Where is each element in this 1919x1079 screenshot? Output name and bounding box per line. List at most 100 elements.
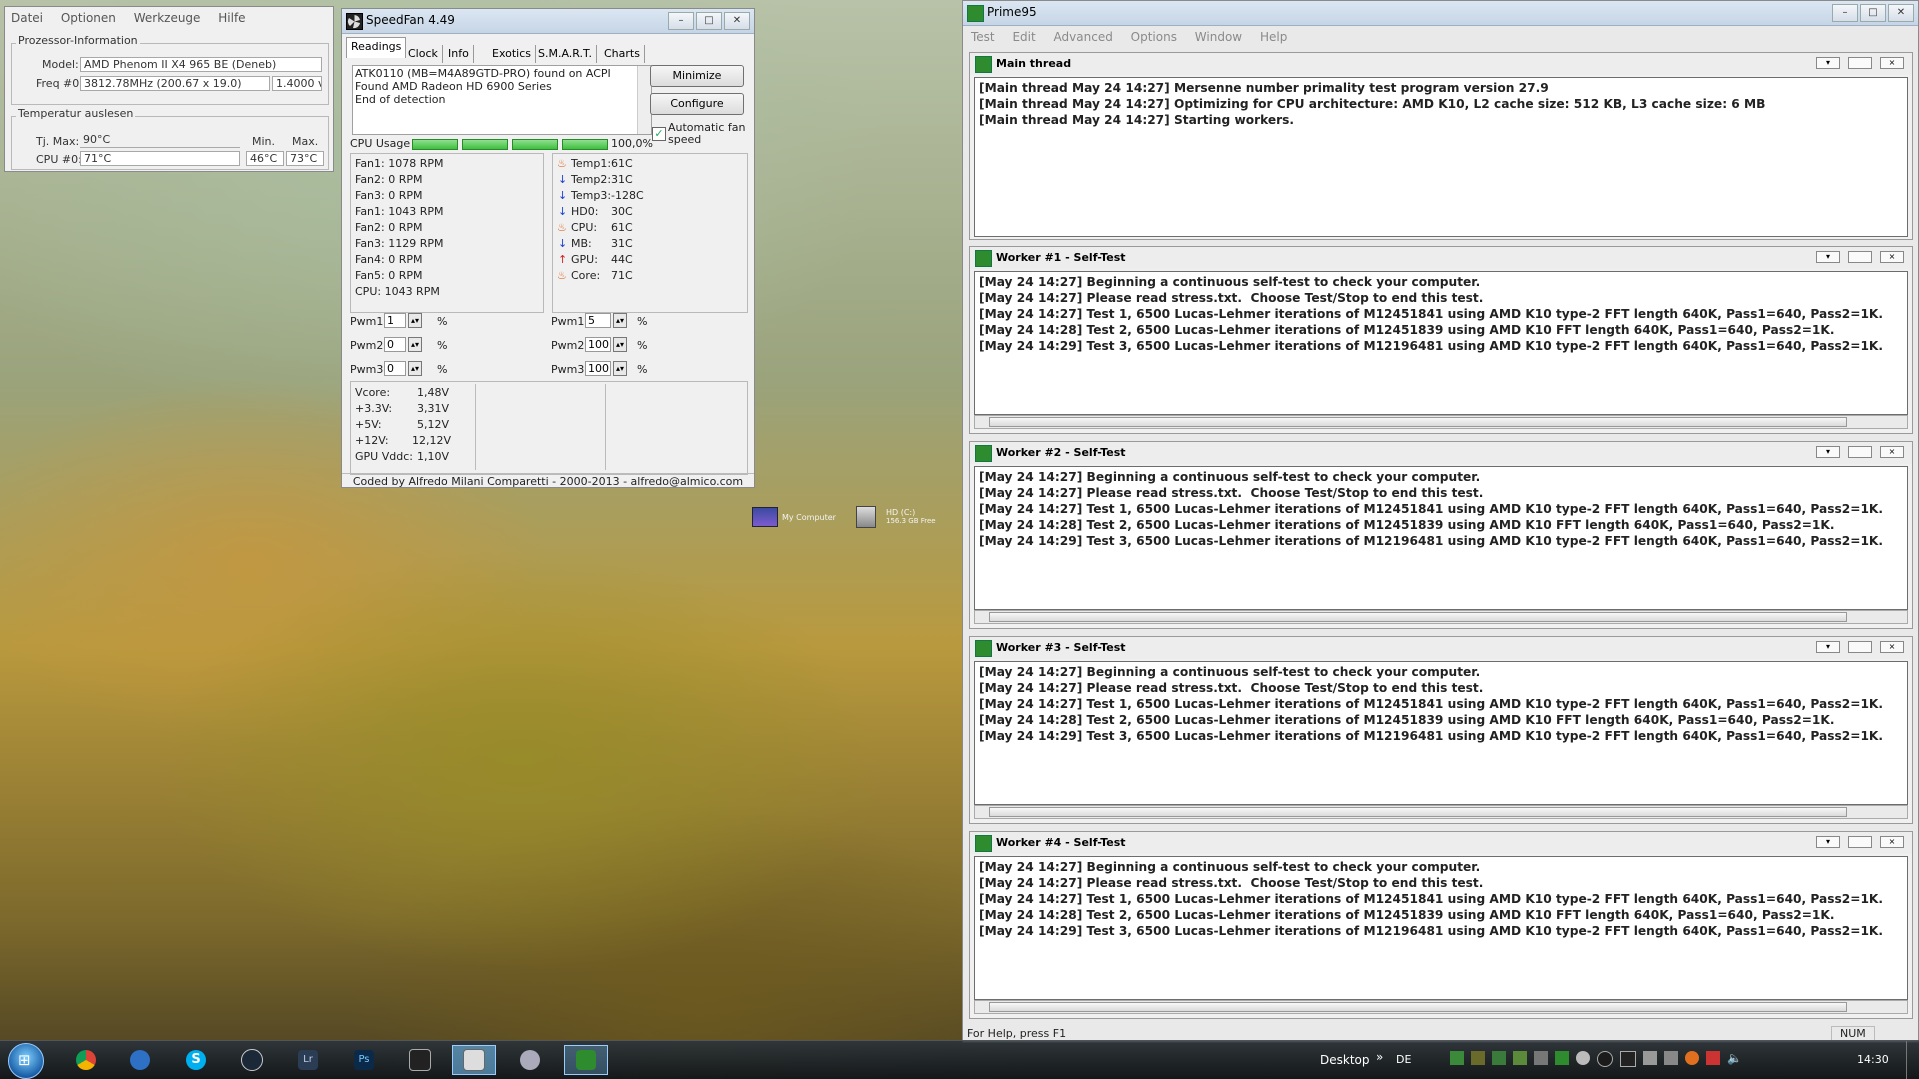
menu-edit[interactable]: Edit: [1012, 30, 1035, 44]
taskbar-program[interactable]: [508, 1045, 552, 1075]
scrollbar-thumb[interactable]: [989, 417, 1847, 427]
scrollbar-thumb[interactable]: [989, 807, 1847, 817]
taskbar-steam[interactable]: [230, 1045, 274, 1075]
pwm-input[interactable]: 1: [384, 313, 406, 328]
child-restore-button[interactable]: [1848, 641, 1872, 653]
pwm-spinner[interactable]: ▴▾: [408, 337, 422, 352]
tray-icon[interactable]: [1685, 1051, 1699, 1065]
pwm-spinner[interactable]: ▴▾: [408, 361, 422, 376]
show-desktop-button[interactable]: [1906, 1041, 1919, 1079]
scrollbar-thumb[interactable]: [989, 1002, 1847, 1012]
tab-readings[interactable]: Readings: [346, 37, 407, 58]
desktop-icon-my-computer[interactable]: My Computer: [752, 505, 836, 535]
language-indicator[interactable]: DE: [1396, 1053, 1411, 1066]
horizontal-scrollbar[interactable]: [974, 1000, 1908, 1014]
maximize-window-button[interactable]: □: [1860, 4, 1886, 22]
horizontal-scrollbar[interactable]: [974, 610, 1908, 624]
pwm-input[interactable]: 100: [585, 361, 611, 376]
pwm-input[interactable]: 0: [384, 361, 406, 376]
worker-titlebar[interactable]: Worker #2 - Self-Test ▾ ×: [970, 442, 1912, 464]
minimize-window-button[interactable]: –: [668, 12, 694, 30]
child-restore-button[interactable]: [1848, 57, 1872, 69]
taskbar-photoshop[interactable]: Ps: [342, 1045, 386, 1075]
tray-icon[interactable]: [1576, 1051, 1590, 1065]
child-minimize-button[interactable]: ▾: [1816, 446, 1840, 458]
menu-advanced[interactable]: Advanced: [1054, 30, 1113, 44]
scrollbar-thumb[interactable]: [989, 612, 1847, 622]
main-thread-titlebar[interactable]: Main thread ▾ ×: [970, 53, 1912, 75]
tray-icon[interactable]: [1492, 1051, 1506, 1065]
menu-hilfe[interactable]: Hilfe: [218, 11, 245, 25]
child-close-button[interactable]: ×: [1880, 446, 1904, 458]
minimize-window-button[interactable]: –: [1832, 4, 1858, 22]
worker-titlebar[interactable]: Worker #3 - Self-Test ▾ ×: [970, 637, 1912, 659]
chevron-right-icon[interactable]: »: [1376, 1050, 1383, 1064]
tab-charts[interactable]: Charts: [600, 45, 645, 63]
log-scrollbar[interactable]: [637, 66, 651, 134]
pwm-input[interactable]: 0: [384, 337, 406, 352]
child-close-button[interactable]: ×: [1880, 57, 1904, 69]
auto-fan-checkbox[interactable]: ✓: [652, 127, 666, 141]
child-minimize-button[interactable]: ▾: [1816, 251, 1840, 263]
pwm-spinner[interactable]: ▴▾: [408, 313, 422, 328]
speedfan-titlebar[interactable]: SpeedFan 4.49 – □ ✕: [342, 9, 754, 34]
menu-options[interactable]: Options: [1131, 30, 1177, 44]
tray-icon[interactable]: [1450, 1051, 1464, 1065]
menu-help[interactable]: Help: [1260, 30, 1287, 44]
taskbar-cpuz[interactable]: [452, 1045, 496, 1075]
configure-button[interactable]: Configure: [650, 93, 744, 115]
menu-test[interactable]: Test: [971, 30, 995, 44]
taskbar-skype[interactable]: S: [174, 1045, 218, 1075]
taskbar-speedfan[interactable]: [398, 1045, 442, 1075]
child-minimize-button[interactable]: ▾: [1816, 57, 1840, 69]
taskbar-teamspeak[interactable]: [118, 1045, 162, 1075]
close-window-button[interactable]: ✕: [1888, 4, 1914, 22]
maximize-window-button[interactable]: □: [696, 12, 722, 30]
menu-werkzeuge[interactable]: Werkzeuge: [134, 11, 201, 25]
tab-clock[interactable]: Clock: [404, 45, 443, 63]
worker-titlebar[interactable]: Worker #4 - Self-Test ▾ ×: [970, 832, 1912, 854]
tab-info[interactable]: Info: [444, 45, 474, 63]
tray-icon[interactable]: [1534, 1051, 1548, 1065]
taskbar-chrome[interactable]: [64, 1045, 108, 1075]
horizontal-scrollbar[interactable]: [974, 415, 1908, 429]
pwm-spinner[interactable]: ▴▾: [613, 337, 627, 352]
tray-icon[interactable]: [1555, 1051, 1569, 1065]
horizontal-scrollbar[interactable]: [974, 805, 1908, 819]
minimize-button[interactable]: Minimize: [650, 65, 744, 87]
tray-icon[interactable]: [1643, 1051, 1657, 1065]
child-close-button[interactable]: ×: [1880, 641, 1904, 653]
child-minimize-button[interactable]: ▾: [1816, 641, 1840, 653]
child-restore-button[interactable]: [1848, 836, 1872, 848]
desktop-icon-hd[interactable]: HD (C:) 156.3 GB Free: [856, 504, 966, 534]
pwm-spinner[interactable]: ▴▾: [613, 313, 627, 328]
tray-icon[interactable]: [1706, 1051, 1720, 1065]
taskbar-lightroom[interactable]: Lr: [286, 1045, 330, 1075]
tab-exotics[interactable]: Exotics: [488, 45, 536, 63]
menu-optionen[interactable]: Optionen: [61, 11, 116, 25]
volume-icon[interactable]: 🔈: [1727, 1051, 1742, 1067]
tray-icon[interactable]: [1471, 1051, 1485, 1065]
menu-window[interactable]: Window: [1195, 30, 1242, 44]
tab-smart[interactable]: S.M.A.R.T.: [534, 45, 597, 63]
tray-icon[interactable]: [1664, 1051, 1678, 1065]
pwm-input[interactable]: 100: [585, 337, 611, 352]
child-close-button[interactable]: ×: [1880, 251, 1904, 263]
worker-titlebar[interactable]: Worker #1 - Self-Test ▾ ×: [970, 247, 1912, 269]
child-close-button[interactable]: ×: [1880, 836, 1904, 848]
pwm-input[interactable]: 5: [585, 313, 611, 328]
child-minimize-button[interactable]: ▾: [1816, 836, 1840, 848]
start-button[interactable]: ⊞: [8, 1043, 44, 1079]
menu-datei[interactable]: Datei: [11, 11, 43, 25]
tray-icon[interactable]: [1597, 1051, 1613, 1067]
desktop-toolbar-label[interactable]: Desktop: [1320, 1053, 1370, 1067]
close-window-button[interactable]: ✕: [724, 12, 750, 30]
pwm-spinner[interactable]: ▴▾: [613, 361, 627, 376]
taskbar-prime95[interactable]: [564, 1045, 608, 1075]
clock[interactable]: 14:30: [1857, 1053, 1889, 1066]
tray-icon[interactable]: [1513, 1051, 1527, 1065]
prime95-titlebar[interactable]: Prime95 – □ ✕: [963, 1, 1918, 26]
tray-icon[interactable]: [1620, 1051, 1636, 1067]
child-restore-button[interactable]: [1848, 251, 1872, 263]
child-restore-button[interactable]: [1848, 446, 1872, 458]
